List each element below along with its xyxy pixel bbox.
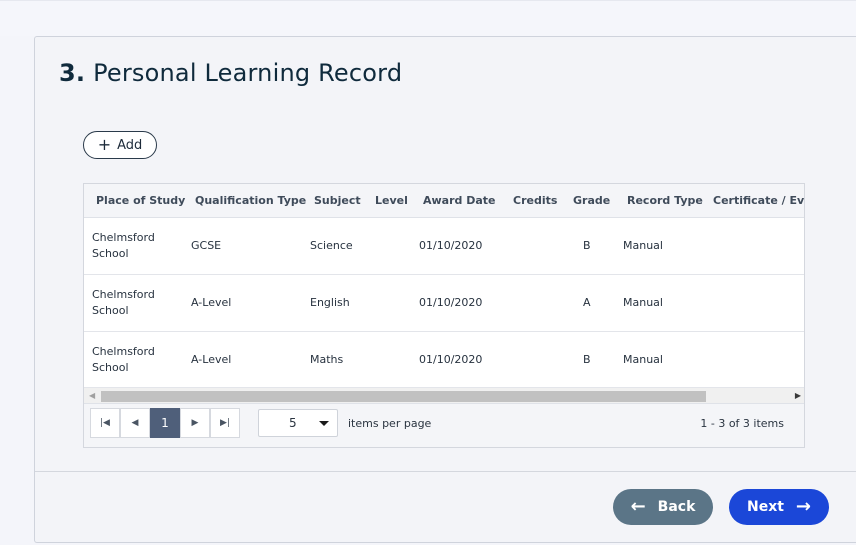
page-button-1[interactable]: 1 — [150, 408, 180, 438]
column-header-qualification-type[interactable]: Qualification Type — [195, 194, 306, 207]
table-row[interactable]: Chelmsford School A-Level Maths 01/10/202… — [84, 332, 804, 389]
cell-qualification-type: A-Level — [191, 353, 232, 366]
column-header-credits[interactable]: Credits — [513, 194, 557, 207]
learning-record-card: 3. Personal Learning Record + Add Place … — [34, 36, 856, 543]
cell-qualification-type: A-Level — [191, 296, 232, 309]
cell-award-date: 01/10/2020 — [419, 239, 483, 252]
last-page-button[interactable]: ▶| — [210, 408, 240, 438]
section-number: 3. — [59, 59, 86, 87]
cell-subject: Maths — [310, 353, 344, 366]
column-header-certificate-evidence[interactable]: Certificate / Evidence — [713, 194, 804, 207]
next-page-icon: ▶ — [191, 418, 199, 428]
add-record-button[interactable]: + Add — [83, 131, 157, 159]
cell-place-of-study: Chelmsford School — [92, 345, 155, 374]
grid-header: Place of Study Qualification Type Subjec… — [84, 184, 804, 218]
cell-record-type: Manual — [623, 296, 663, 309]
column-header-record-type[interactable]: Record Type — [627, 194, 703, 207]
next-button-label: Next — [746, 499, 784, 515]
page-title: 3. Personal Learning Record — [59, 59, 402, 87]
scroll-right-icon[interactable]: ▶ — [795, 391, 801, 400]
cell-qualification-type: GCSE — [191, 239, 222, 252]
arrow-left-icon: ← — [630, 496, 646, 517]
cell-grade: A — [583, 296, 591, 309]
column-header-level[interactable]: Level — [375, 194, 408, 207]
cell-subject: English — [310, 296, 350, 309]
page-size-select[interactable]: 5 — [258, 409, 338, 437]
cell-record-type: Manual — [623, 353, 663, 366]
column-header-place-of-study[interactable]: Place of Study — [96, 194, 185, 207]
pager-info: 1 - 3 of 3 items — [700, 417, 784, 430]
arrow-right-icon: → — [795, 496, 812, 517]
cell-place-of-study: Chelmsford School — [92, 288, 155, 317]
first-page-icon: |◀ — [100, 418, 110, 428]
back-button-label: Back — [657, 499, 696, 515]
column-header-grade[interactable]: Grade — [573, 194, 610, 207]
last-page-icon: ▶| — [220, 418, 230, 428]
prev-page-icon: ◀ — [131, 418, 139, 428]
section-title: Personal Learning Record — [93, 59, 403, 87]
cell-subject: Science — [310, 239, 353, 252]
column-header-award-date[interactable]: Award Date — [423, 194, 496, 207]
column-header-subject[interactable]: Subject — [314, 194, 361, 207]
cell-award-date: 01/10/2020 — [419, 353, 483, 366]
cell-award-date: 01/10/2020 — [419, 296, 483, 309]
back-button[interactable]: ← Back — [613, 489, 713, 525]
learning-record-grid: Place of Study Qualification Type Subjec… — [83, 183, 805, 448]
page-size-value: 5 — [289, 416, 297, 430]
scrollbar-thumb[interactable] — [101, 391, 706, 402]
cell-record-type: Manual — [623, 239, 663, 252]
cell-grade: B — [583, 239, 591, 252]
grid-pager: |◀ ◀ 1 ▶ ▶| 5 items per page 1 - 3 of 3 … — [84, 403, 804, 447]
scroll-left-icon[interactable]: ◀ — [89, 391, 95, 400]
next-page-button[interactable]: ▶ — [180, 408, 210, 438]
top-band — [0, 0, 856, 36]
table-row[interactable]: Chelmsford School GCSE Science 01/10/2020… — [84, 218, 804, 275]
table-row[interactable]: Chelmsford School A-Level English 01/10/2… — [84, 275, 804, 332]
items-per-page-label: items per page — [348, 417, 432, 430]
prev-page-button[interactable]: ◀ — [120, 408, 150, 438]
plus-icon: + — [97, 135, 112, 154]
footer-divider — [35, 471, 856, 472]
next-button[interactable]: Next → — [729, 489, 829, 525]
add-button-label: Add — [117, 137, 143, 153]
chevron-down-icon — [319, 421, 329, 426]
first-page-button[interactable]: |◀ — [90, 408, 120, 438]
cell-grade: B — [583, 353, 591, 366]
horizontal-scrollbar[interactable]: ◀ ▶ — [84, 387, 804, 403]
cell-place-of-study: Chelmsford School — [92, 231, 155, 260]
